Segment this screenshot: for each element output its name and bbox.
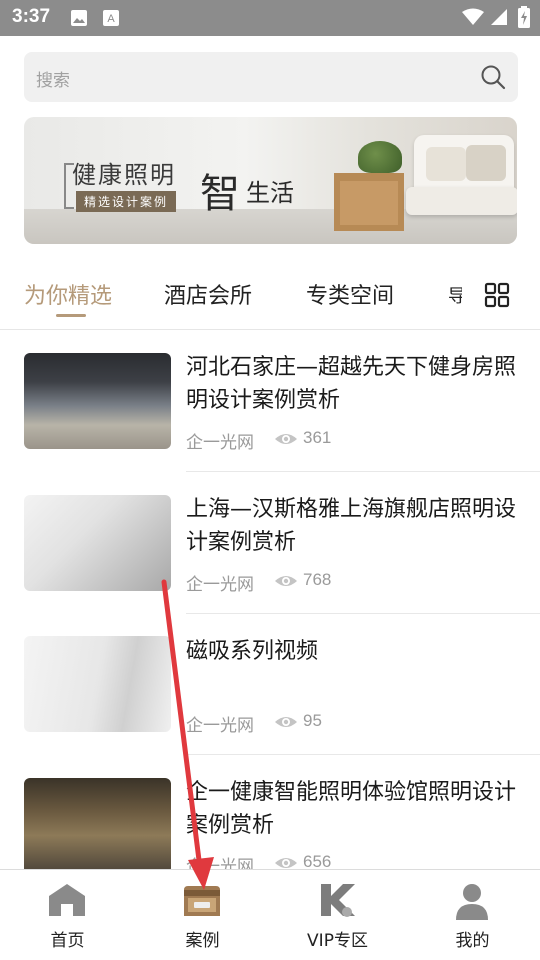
status-time: 3:37 [12, 6, 51, 27]
bottom-nav: 首页 案例 VIP专区 我的 [0, 869, 540, 960]
vip-k-icon [321, 884, 355, 917]
eye-icon [275, 858, 297, 868]
nav-vip-label: VIP专区 [307, 931, 368, 951]
search-icon[interactable] [480, 64, 506, 90]
article-source: 企一光网 [186, 433, 254, 453]
tab-special-space[interactable]: 专类空间 [306, 278, 394, 310]
tab-featured[interactable]: 为你精选 [24, 278, 112, 310]
status-bar: 3:37 A [0, 0, 540, 36]
banner-tag: 精选设计案例 [76, 191, 177, 212]
banner-cushion [466, 145, 506, 181]
svg-text:A: A [107, 13, 115, 25]
battery-icon [518, 6, 530, 28]
article-views: 656 [303, 852, 332, 869]
nav-mine-label: 我的 [455, 931, 490, 951]
article-source: 企一光网 [186, 716, 254, 736]
article-thumbnail [24, 495, 171, 591]
list-item[interactable]: 磁吸系列视频 企一光网 95 [0, 622, 540, 764]
promo-banner[interactable]: 健康照明 精选设计案例 智 生活 [24, 117, 517, 244]
home-icon [49, 884, 85, 916]
article-title: 磁吸系列视频 [186, 639, 319, 664]
banner-big-char: 智 [200, 171, 240, 217]
article-thumbnail [24, 636, 171, 732]
article-title: 河北石家庄—超越先天下健身房照明设计案例赏析 [186, 355, 517, 413]
banner-plant [358, 141, 402, 173]
search-placeholder: 搜索 [36, 71, 70, 91]
article-thumbnail [24, 778, 171, 869]
eye-icon [275, 434, 297, 444]
article-title: 上海—汉斯格雅上海旗舰店照明设计案例赏析 [186, 497, 517, 555]
eye-icon [275, 576, 297, 586]
banner-cushion [426, 147, 466, 181]
article-source: 企一光网 [186, 575, 254, 595]
list-item[interactable]: 上海—汉斯格雅上海旗舰店照明设计案例赏析 企一光网 768 [0, 480, 540, 622]
nav-home-label: 首页 [50, 931, 85, 951]
article-views: 361 [303, 428, 332, 447]
banner-headline: 健康照明 [72, 161, 176, 189]
cases-box-icon [184, 886, 220, 916]
tab-overflow[interactable]: 导 [448, 282, 462, 308]
nav-vip[interactable]: VIP专区 [270, 870, 405, 960]
search-bar[interactable]: 搜索 [24, 52, 518, 102]
article-title: 企一健康智能照明体验馆照明设计案例赏析 [186, 780, 517, 838]
nav-cases[interactable]: 案例 [135, 870, 270, 960]
tab-active-indicator [56, 314, 86, 317]
tab-hotel-club[interactable]: 酒店会所 [164, 278, 252, 310]
eye-icon [275, 717, 297, 727]
image-icon [71, 10, 87, 26]
nav-cases-label: 案例 [185, 931, 220, 951]
divider [186, 613, 540, 614]
nav-home[interactable]: 首页 [0, 870, 135, 960]
banner-side-table [334, 173, 404, 231]
article-views: 95 [303, 711, 322, 730]
banner-sofa-seat [406, 187, 517, 215]
divider [186, 754, 540, 755]
article-views: 768 [303, 570, 332, 589]
nav-mine[interactable]: 我的 [405, 870, 540, 960]
article-thumbnail [24, 353, 171, 449]
text-icon: A [103, 10, 119, 26]
grid-menu-icon[interactable] [484, 282, 510, 308]
article-source: 企一光网 [186, 857, 254, 869]
signal-icon [491, 9, 507, 25]
divider [186, 471, 540, 472]
list-item[interactable]: 企一健康智能照明体验馆照明设计案例赏析 企一光网 656 [0, 763, 540, 869]
user-icon [456, 884, 488, 920]
banner-suffix: 生活 [246, 179, 294, 207]
category-tabs: 为你精选 酒店会所 专类空间 导 [0, 266, 540, 330]
list-item[interactable]: 河北石家庄—超越先天下健身房照明设计案例赏析 企一光网 361 [0, 338, 540, 480]
wifi-icon [462, 8, 484, 25]
